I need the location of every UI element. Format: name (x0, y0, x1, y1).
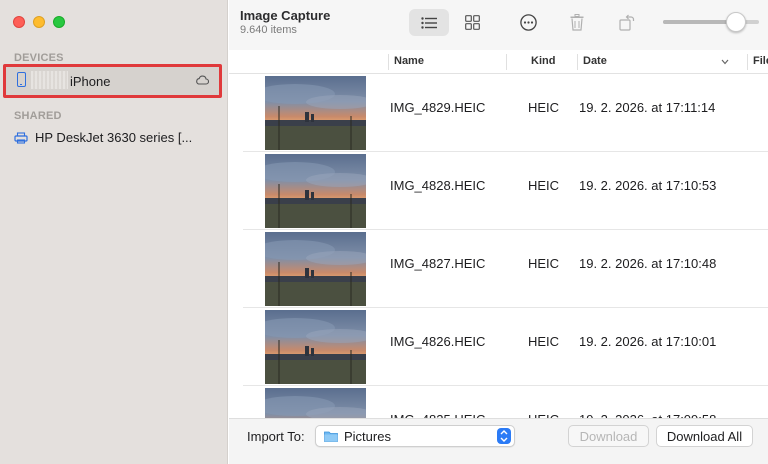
file-row[interactable]: IMG_4828.HEIC HEIC 19. 2. 2026. at 17:10:5… (229, 152, 768, 230)
file-kind: HEIC (528, 334, 560, 349)
sidebar: DEVICES iPhone SHARED HP DeskJet 3630 se… (0, 0, 228, 464)
import-to-label: Import To: (247, 429, 305, 444)
redacted-device-owner (31, 71, 68, 89)
window-controls (13, 16, 65, 28)
file-row[interactable]: IMG_4826.HEIC HEIC 19. 2. 2026. at 17:10:0… (229, 308, 768, 386)
column-header-row: Name Kind Date File (229, 50, 768, 74)
column-name[interactable]: Name (394, 55, 424, 67)
trash-icon (570, 14, 584, 31)
grid-view-button[interactable] (452, 9, 492, 36)
delete-button[interactable] (557, 9, 597, 36)
window-title: Image Capture (240, 8, 331, 23)
grid-view-icon (464, 15, 480, 30)
photo-thumbnail (265, 232, 366, 306)
more-options-button[interactable] (508, 9, 548, 36)
file-kind: HEIC (528, 178, 560, 193)
minimize-window-button[interactable] (33, 16, 45, 28)
shared-section-label: SHARED (14, 110, 62, 122)
download-all-button[interactable]: Download All (656, 425, 753, 447)
list-view-icon (421, 16, 437, 29)
file-name: IMG_4828.HEIC (390, 178, 486, 193)
column-kind[interactable]: Kind (531, 55, 555, 67)
file-row[interactable]: IMG_4827.HEIC HEIC 19. 2. 2026. at 17:10:4… (229, 230, 768, 308)
sort-chevron-down-icon (721, 59, 729, 65)
ellipsis-circle-icon (519, 14, 537, 31)
list-view-button[interactable] (409, 9, 449, 36)
select-stepper (497, 428, 511, 444)
photo-thumbnail (265, 388, 366, 418)
file-name: IMG_4829.HEIC (390, 100, 486, 115)
chevron-updown-icon (500, 430, 508, 442)
file-row[interactable]: IMG_4825.HEICHEIC19. 2. 2026. at 17:09:5… (229, 386, 768, 418)
main-content: Image Capture 9.640 items Name Kind Date… (229, 0, 768, 464)
rotate-icon (619, 14, 635, 31)
file-name: IMG_4827.HEIC (390, 256, 486, 271)
device-name: iPhone (70, 74, 111, 89)
column-divider (747, 54, 748, 70)
printer-icon (14, 131, 28, 144)
file-name: IMG_4826.HEIC (390, 334, 486, 349)
file-list: IMG_4829.HEIC HEIC 19. 2. 2026. at 17:11:1… (229, 74, 768, 418)
slider-knob[interactable] (725, 12, 746, 32)
iphone-icon (17, 72, 26, 87)
column-divider (506, 54, 507, 70)
sidebar-item-iphone[interactable]: iPhone (3, 64, 222, 98)
import-destination-select[interactable]: Pictures (315, 425, 515, 447)
file-kind: HEIC (528, 256, 560, 271)
cloud-icon (196, 75, 209, 85)
folder-icon (324, 431, 338, 442)
bottom-bar: Import To: Pictures Download Download Al… (229, 418, 768, 464)
close-window-button[interactable] (13, 16, 25, 28)
file-kind: HEIC (528, 100, 560, 115)
file-date: 19. 2. 2026. at 17:10:01 (579, 334, 717, 349)
file-date: 19. 2. 2026. at 17:11:14 (579, 100, 716, 115)
photo-thumbnail (265, 76, 366, 150)
zoom-window-button[interactable] (53, 16, 65, 28)
shared-device-name: HP DeskJet 3630 series [... (35, 130, 193, 145)
download-button[interactable]: Download (568, 425, 649, 447)
column-divider (577, 54, 578, 70)
photo-thumbnail (265, 154, 366, 228)
thumbnail-size-slider[interactable] (663, 12, 759, 32)
import-destination-value: Pictures (344, 429, 391, 444)
rotate-button[interactable] (607, 9, 647, 36)
devices-section-label: DEVICES (14, 52, 64, 64)
file-date: 19. 2. 2026. at 17:10:48 (579, 256, 717, 271)
column-date[interactable]: Date (583, 55, 607, 67)
column-divider (388, 54, 389, 70)
file-row[interactable]: IMG_4829.HEIC HEIC 19. 2. 2026. at 17:11:1… (229, 74, 768, 152)
sidebar-item-printer[interactable]: HP DeskJet 3630 series [... (14, 130, 192, 145)
photo-thumbnail (265, 310, 366, 384)
file-date: 19. 2. 2026. at 17:10:53 (579, 178, 717, 193)
item-count: 9.640 items (240, 24, 297, 36)
column-file[interactable]: File (753, 55, 768, 67)
toolbar: Image Capture 9.640 items (229, 0, 768, 50)
